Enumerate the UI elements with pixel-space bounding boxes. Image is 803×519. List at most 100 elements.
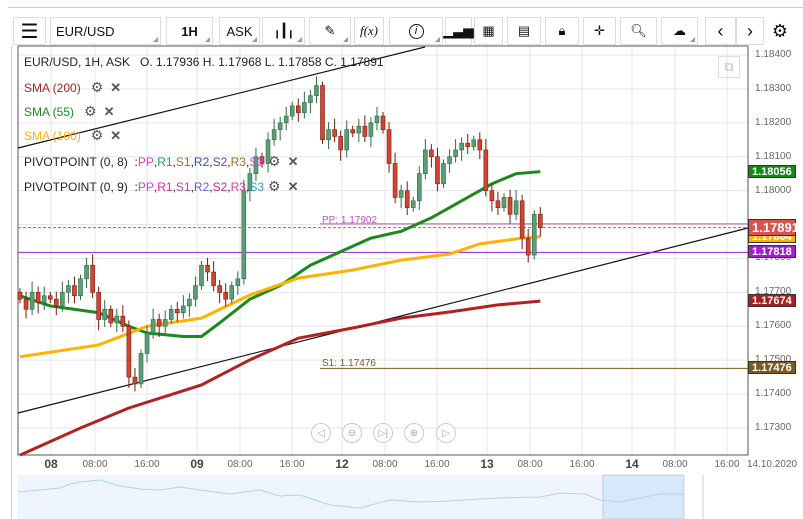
indicator-legend-row: SMA (200) ⚙ ✕ [24,79,121,96]
candle-body [229,285,235,300]
candle-body [507,197,513,215]
candle-body [501,197,507,208]
candle-body [156,319,162,327]
candle-body [126,325,132,378]
gear-icon[interactable]: ⚙ [268,178,281,195]
triangle-left-icon: ◁ [317,427,325,439]
indicator-label: SMA (55) [24,104,75,119]
candle-body [531,214,537,256]
price-tag: 1.17891 [748,218,799,236]
candle-body [483,149,489,191]
candle-body [138,353,144,385]
candle-body [513,200,519,215]
candle-body [241,190,247,280]
y-tick-label: 1.18300 [755,82,792,94]
popout-button[interactable]: ⧉ [718,56,740,78]
zoom-out-button[interactable]: ⊖ [342,423,362,443]
candle-body [271,129,277,141]
candle-body [495,200,501,208]
go-to-latest-button[interactable]: ▷| [373,423,393,443]
candle-body [223,292,228,300]
time-tick-label: 08:00 [662,459,688,470]
candle-body [350,129,356,134]
candle-body [132,376,138,385]
zoom-in-icon: ⊕ [409,427,419,439]
candle-body [435,156,440,185]
y-tick-label: 1.17600 [755,320,792,332]
pivot-label: PIVOTPOINT (0, 8) [24,154,128,169]
close-icon[interactable]: ✕ [104,104,115,120]
time-tick-label: 16:00 [714,459,740,470]
y-tick-label: 1.18000 [755,184,792,196]
price-tag: 1.18056 [748,164,796,178]
pivot-part-label: S3 [249,154,264,169]
pivot-part-label: S2 [212,154,228,169]
candle-body [29,292,35,310]
candle-body [289,105,295,117]
candle-body [108,309,114,324]
candle-body [314,85,319,96]
close-icon[interactable]: ✕ [110,128,121,144]
candle-body [302,102,307,113]
candle-body [187,298,192,307]
pivot-part-label: PP [137,154,154,169]
candle-body [320,85,325,141]
time-tick-label: 14 [625,457,639,471]
time-tick-label: 08:00 [82,459,108,470]
candle-body [392,163,398,198]
gear-icon[interactable]: ⚙ [91,127,104,144]
candle-body [380,115,386,130]
candle-body [326,129,331,141]
gear-icon[interactable]: ⚙ [91,79,104,96]
time-tick-label: 08:00 [227,459,253,470]
candle-body [283,115,289,124]
candle-body [114,315,120,324]
candle-body [332,129,337,137]
candle-body [217,285,222,293]
candle-body [168,309,174,320]
time-tick-label: 16:00 [134,459,160,470]
candle-body [60,292,65,307]
indicator-legend-row: SMA (100) ⚙ ✕ [24,127,121,144]
zoom-in-button[interactable]: ⊕ [404,423,424,443]
candle-body [23,298,29,310]
candle-body [362,125,368,137]
candle-body [471,139,477,147]
pivot-part-label: PP [137,179,154,194]
candle-body [398,190,404,198]
candle-body [295,105,301,113]
grid [18,46,748,455]
y-tick-label: 1.17400 [755,388,792,400]
gear-icon[interactable]: ⚙ [84,103,97,120]
candle-body [386,129,392,164]
candle-body [102,309,107,320]
close-icon[interactable]: ✕ [288,179,299,195]
gear-icon[interactable]: ⚙ [268,153,281,170]
zoom-out-icon: ⊖ [347,427,357,439]
price-chart[interactable] [0,0,803,519]
close-icon[interactable]: ✕ [110,80,121,96]
pivot-part-label: S2 [212,179,228,194]
close-icon[interactable]: ✕ [288,154,299,170]
candle-body [459,142,464,151]
candle-body [525,237,531,256]
ohlc-readout: EUR/USD, 1H, ASK O. 1.17936 H. 1.17968 L… [24,55,384,69]
candle-body [453,149,458,158]
scroll-forward-button[interactable]: ▷ [436,423,456,443]
candle-body [199,264,204,286]
candle-body [308,95,313,103]
pivot-part-label: R3 [230,179,246,194]
candle-body [404,190,410,208]
candle-body [489,190,495,202]
candle-body [423,149,428,174]
candle-body [416,173,422,202]
candle-body [120,315,126,327]
candle-body [72,285,77,297]
price-tag: 1.17674 [748,294,796,308]
candle-body [465,142,471,147]
candle-body [447,156,452,164]
pivot-legend-row: PIVOTPOINT (0, 9) : PP, R1, S1, R2, S2, … [24,178,299,195]
candle-body [47,295,53,300]
scroll-back-button[interactable]: ◁ [311,423,331,443]
sma-line [19,299,541,457]
